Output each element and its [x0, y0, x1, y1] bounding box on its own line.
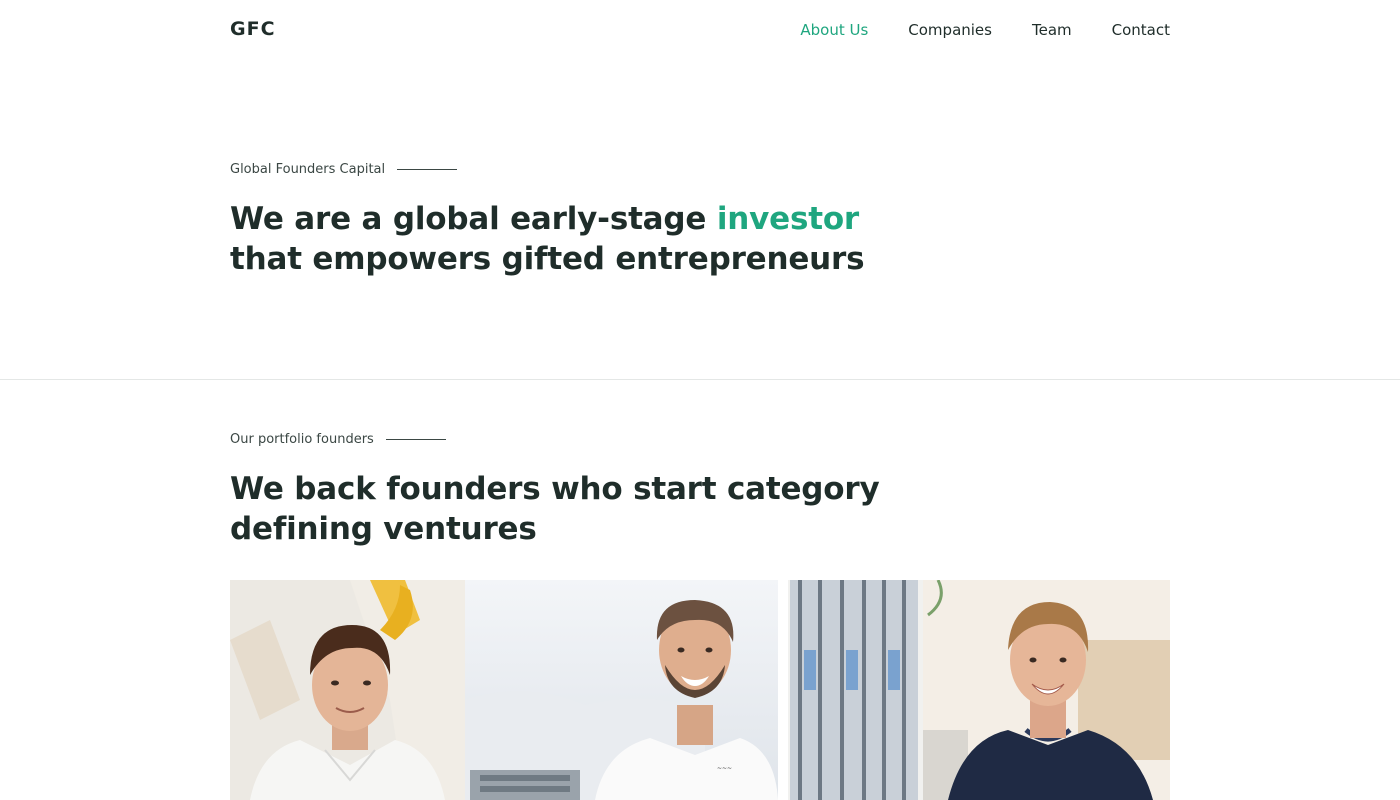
hero-headline-end: that empowers gifted entrepreneurs: [230, 241, 865, 277]
founder-portrait-3: [778, 580, 1170, 800]
portfolio-eyebrow-label: Our portfolio founders: [230, 432, 374, 447]
eyebrow-rule: [385, 439, 446, 440]
hero-headline-accent: investor: [716, 201, 860, 237]
nav-contact[interactable]: Contact: [1112, 20, 1170, 40]
portfolio-eyebrow: Our portfolio founders: [230, 432, 446, 447]
hero-headline-start: We are a global early-stage: [230, 201, 717, 237]
nav-companies[interactable]: Companies: [908, 20, 992, 40]
hero-eyebrow: Global Founders Capital: [230, 162, 458, 177]
main-nav: About Us Companies Team Contact: [800, 20, 1170, 40]
logo-link[interactable]: GFC: [230, 18, 276, 40]
founder-portrait-2: ~~~: [465, 580, 778, 800]
hero-headline: We are a global early-stage investor tha…: [230, 199, 930, 279]
founder-portrait-1: [230, 580, 465, 800]
section-divider: [0, 379, 1400, 380]
portfolio-headline: We back founders who start category defi…: [230, 471, 880, 547]
eyebrow-rule: [397, 169, 458, 170]
svg-text:~~~: ~~~: [717, 765, 732, 772]
nav-team[interactable]: Team: [1032, 20, 1072, 40]
site-header: GFC About Us Companies Team Contact: [0, 0, 1400, 60]
founder-photo-strip: ~~~: [230, 580, 1170, 800]
page: GFC About Us Companies Team Contact Glob…: [0, 0, 1400, 800]
nav-about-us[interactable]: About Us: [800, 20, 868, 40]
hero-eyebrow-label: Global Founders Capital: [230, 162, 386, 177]
